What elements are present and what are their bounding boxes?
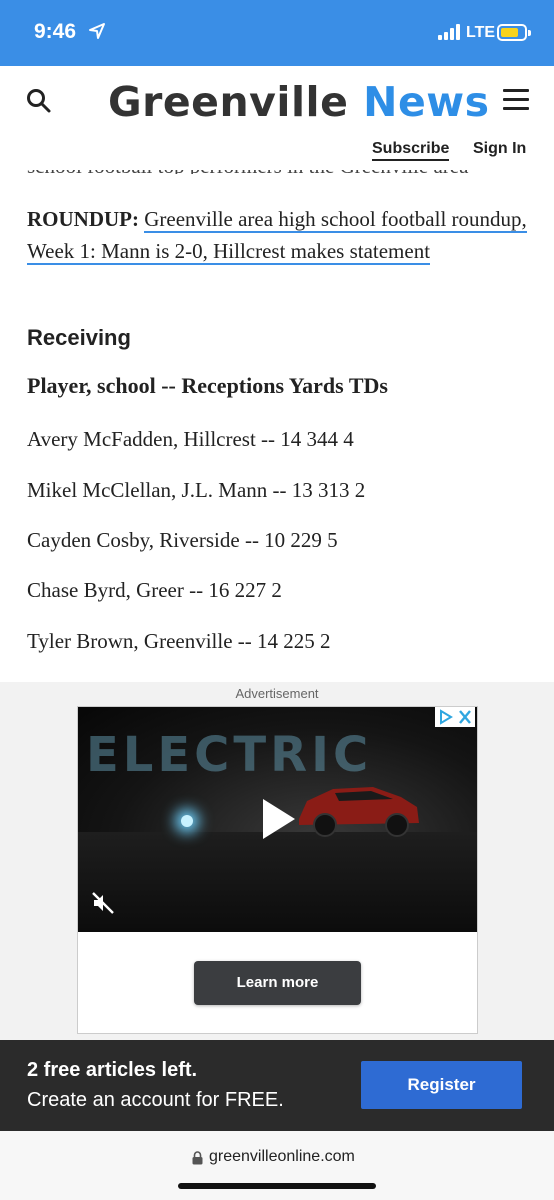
- status-time: 9:46: [34, 20, 77, 43]
- muted-speaker-icon[interactable]: [91, 891, 115, 915]
- status-bar: 9:46 LTE: [0, 0, 554, 66]
- network-type: LTE: [466, 24, 496, 41]
- subscribe-link[interactable]: Subscribe: [372, 140, 450, 161]
- roundup-label: ROUNDUP:: [27, 207, 139, 231]
- browser-url-bar[interactable]: greenvilleonline.com: [0, 1131, 554, 1200]
- site-logo[interactable]: Greenville News: [108, 78, 490, 126]
- learn-more-button[interactable]: Learn more: [194, 961, 361, 1005]
- register-button[interactable]: Register: [361, 1061, 522, 1109]
- location-arrow-icon: [89, 23, 105, 39]
- car-image: [299, 787, 419, 837]
- ad-unit[interactable]: ELECTRIC Learn more: [77, 706, 478, 1034]
- ad-video[interactable]: ELECTRIC: [78, 707, 477, 932]
- section-heading-receiving: Receiving: [27, 325, 131, 350]
- stats-row: Chase Byrd, Greer -- 16 227 2: [27, 578, 282, 602]
- stats-row: Cayden Cosby, Riverside -- 10 229 5: [27, 528, 338, 552]
- logo-word-news: News: [363, 78, 490, 126]
- battery-icon: [497, 24, 531, 41]
- light-flare: [181, 815, 193, 827]
- hamburger-menu-icon[interactable]: [503, 89, 529, 111]
- adchoices-close-icon[interactable]: [435, 707, 475, 727]
- advertisement-label: Advertisement: [235, 686, 319, 701]
- logo-word-greenville: Greenville: [108, 78, 349, 126]
- stats-columns-header: Player, school -- Receptions Yards TDs: [27, 373, 388, 398]
- home-indicator: [178, 1183, 376, 1189]
- roundup-paragraph: ROUNDUP: Greenville area high school foo…: [27, 203, 527, 267]
- free-articles-count: 2 free articles left.: [27, 1059, 198, 1081]
- signal-strength-icon: [438, 24, 460, 40]
- stats-row: Mikel McClellan, J.L. Mann -- 13 313 2: [27, 478, 366, 502]
- lock-icon: [192, 1151, 203, 1165]
- create-account-text: Create an account for FREE.: [27, 1089, 284, 1111]
- stats-row: Avery McFadden, Hillcrest -- 14 344 4: [27, 427, 354, 451]
- play-icon[interactable]: [263, 799, 295, 839]
- paywall-banner: 2 free articles left. Create an account …: [0, 1040, 554, 1131]
- search-icon[interactable]: [26, 88, 52, 114]
- stats-row: Tyler Brown, Greenville -- 14 225 2: [27, 629, 331, 653]
- url-text: greenvilleonline.com: [209, 1148, 355, 1165]
- advertisement-region: Advertisement ELECTRIC Learn more: [0, 682, 554, 1040]
- sign-in-link[interactable]: Sign In: [473, 140, 526, 158]
- video-stage: [78, 832, 477, 932]
- site-header: Greenville News Subscribe Sign In: [0, 66, 554, 170]
